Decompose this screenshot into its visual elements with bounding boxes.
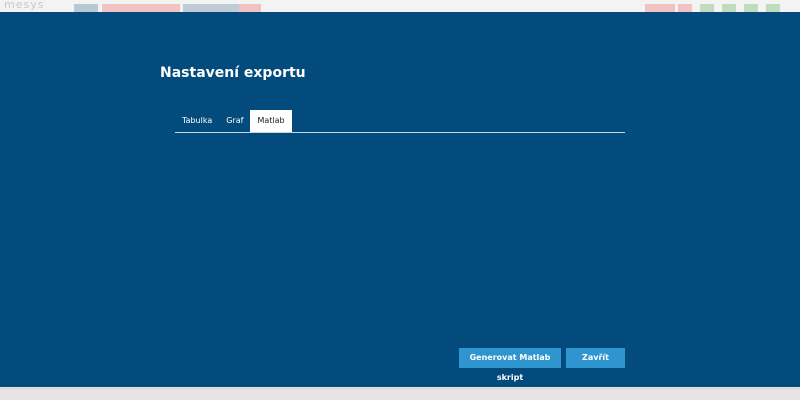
- header-chip[interactable]: [74, 4, 98, 12]
- header-icon[interactable]: [678, 4, 692, 12]
- header-chip[interactable]: [183, 4, 239, 12]
- header-chip[interactable]: [239, 4, 261, 12]
- export-tabs: Tabulka Graf Matlab: [175, 109, 625, 133]
- header-icon[interactable]: [766, 4, 780, 12]
- tab-matlab[interactable]: Matlab: [250, 110, 292, 132]
- header-icon[interactable]: [645, 4, 675, 12]
- close-button[interactable]: Zavřít: [566, 348, 625, 368]
- modal-title: Nastavení exportu: [160, 65, 306, 81]
- app-header: mesys: [0, 0, 800, 12]
- header-chip[interactable]: [102, 4, 180, 12]
- tab-graf[interactable]: Graf: [219, 110, 250, 132]
- header-icon[interactable]: [744, 4, 758, 12]
- header-icon[interactable]: [700, 4, 714, 12]
- app-logo: mesys: [4, 0, 45, 11]
- header-icon[interactable]: [722, 4, 736, 12]
- generate-matlab-script-button[interactable]: Generovat Matlab skript: [459, 348, 561, 382]
- export-settings-modal: Nastavení exportu Tabulka Graf Matlab Ge…: [0, 12, 800, 387]
- app-footer: [0, 388, 800, 400]
- tab-tabulka[interactable]: Tabulka: [175, 110, 219, 132]
